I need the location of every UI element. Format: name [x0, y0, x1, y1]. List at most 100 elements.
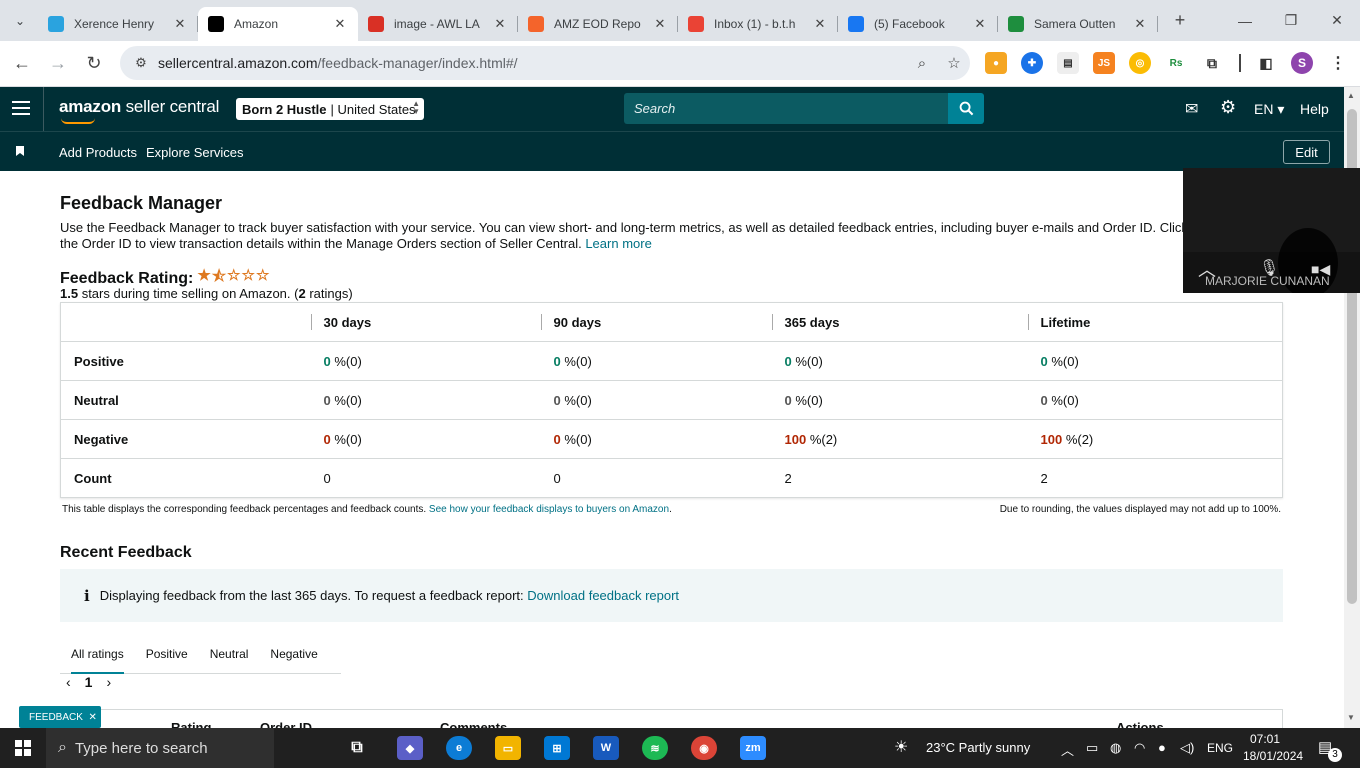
zoom-video-overlay[interactable]: ︿ 🎙 ■◀ MARJORIE CUNANAN — [1183, 168, 1360, 293]
url-text[interactable]: sellercentral.amazon.com/feedback-manage… — [158, 55, 906, 71]
reload-button[interactable]: ↻ — [76, 46, 112, 82]
new-tab-button[interactable]: + — [1166, 7, 1194, 35]
extension-icon-3[interactable]: ▤ — [1057, 52, 1079, 74]
close-tab-icon[interactable]: ✕ — [492, 16, 508, 32]
menu-hamburger-icon[interactable] — [12, 101, 30, 115]
extensions-puzzle-icon[interactable]: ⧉ — [1201, 52, 1223, 74]
zoom-search-icon[interactable]: ⌕ — [906, 55, 938, 72]
settings-gear-icon[interactable]: ⚙ — [1220, 97, 1236, 118]
browser-tab[interactable]: (5) Facebook ✕ — [838, 7, 998, 41]
browser-tab[interactable]: Inbox (1) - b.t.h ✕ — [678, 7, 838, 41]
tab-positive[interactable]: Positive — [135, 634, 199, 673]
table-cell: 0 %(0) — [310, 380, 541, 420]
browser-tab[interactable]: Samera Outten ✕ — [998, 7, 1158, 41]
address-bar[interactable]: ⚙ sellercentral.amazon.com/feedback-mana… — [120, 46, 970, 80]
scroll-up-arrow-icon[interactable]: ▲ — [1347, 91, 1355, 100]
cell-percent: 0 — [1040, 392, 1048, 408]
scroll-down-arrow-icon[interactable]: ▼ — [1347, 713, 1355, 722]
language-selector[interactable]: EN ▾ — [1254, 101, 1284, 118]
browser-tab[interactable]: Amazon ✕ — [198, 7, 358, 41]
back-button[interactable]: ← — [4, 46, 40, 82]
account-switcher[interactable]: Born 2 Hustle | United States ▲ ▼ — [236, 98, 424, 120]
mail-icon[interactable]: ✉ — [1185, 99, 1198, 119]
word-icon[interactable]: W — [593, 736, 619, 760]
account-name: Born 2 Hustle — [242, 101, 327, 117]
extension-icon-2[interactable]: ✚ — [1021, 52, 1043, 74]
pagination: ‹ 1 › — [66, 674, 125, 690]
file-explorer-icon[interactable]: ▭ — [495, 736, 521, 760]
close-window-button[interactable]: ✕ — [1314, 0, 1360, 41]
forward-button[interactable]: → — [40, 46, 76, 82]
edge-icon[interactable]: e — [446, 736, 472, 760]
search-button[interactable] — [948, 93, 984, 124]
current-page-number[interactable]: 1 — [85, 674, 93, 690]
close-tab-icon[interactable]: ✕ — [812, 16, 828, 32]
search-icon — [959, 101, 973, 116]
browser-tab[interactable]: AMZ EOD Repo ✕ — [518, 7, 678, 41]
clock[interactable]: 07:01 18/01/2024 — [1243, 731, 1303, 765]
col-actions: Actions — [1116, 720, 1164, 728]
nav-add-products[interactable]: Add Products — [59, 145, 137, 160]
tab-all-ratings[interactable]: All ratings — [60, 634, 135, 674]
battery-icon[interactable]: ▭ — [1086, 740, 1098, 756]
close-tab-icon[interactable]: ✕ — [652, 16, 668, 32]
microphone-icon[interactable]: ● — [1158, 740, 1166, 755]
tab-neutral[interactable]: Neutral — [199, 634, 260, 673]
task-view-icon[interactable]: ⧉ — [344, 736, 370, 760]
download-feedback-report-link[interactable]: Download feedback report — [527, 588, 679, 603]
profile-avatar[interactable]: S — [1291, 52, 1313, 74]
extension-icon-1[interactable]: ● — [985, 52, 1007, 74]
cell-count: %(0) — [791, 353, 823, 369]
wifi-icon[interactable]: ◠ — [1134, 740, 1145, 756]
feedback-widget-button[interactable]: FEEDBACK ✕ — [19, 706, 101, 728]
nav-explore-services[interactable]: Explore Services — [146, 145, 244, 160]
browser-tab[interactable]: image - AWL LA ✕ — [358, 7, 518, 41]
seller-central-header: amazon seller central Born 2 Hustle | Un… — [0, 87, 1360, 131]
prev-page-chevron-icon[interactable]: ‹ — [66, 674, 71, 690]
volume-icon[interactable]: ◁) — [1180, 740, 1194, 756]
taskbar-search[interactable]: ⌕ Type here to search — [46, 728, 274, 768]
table-cell: 0 %(0) — [771, 341, 1028, 381]
browser-tab[interactable]: Xerence Henry ✕ — [38, 7, 198, 41]
copilot-icon[interactable]: ◆ — [397, 736, 423, 760]
seller-central-logo[interactable]: amazon seller central — [59, 97, 219, 117]
weather-sun-icon[interactable]: ☀ — [894, 737, 908, 757]
close-tab-icon[interactable]: ✕ — [172, 16, 188, 32]
bookmark-star-icon[interactable]: ☆ — [938, 54, 970, 72]
zoom-app-icon[interactable]: zm — [740, 736, 766, 760]
learn-more-link[interactable]: Learn more — [585, 236, 651, 251]
cell-percent: 0 — [323, 392, 331, 408]
start-button[interactable] — [0, 728, 46, 768]
tray-overflow-chevron-icon[interactable]: ︿ — [1061, 740, 1074, 759]
site-info-icon[interactable]: ⚙ — [126, 55, 156, 71]
next-page-chevron-icon[interactable]: › — [106, 674, 111, 690]
minimize-button[interactable]: — — [1222, 0, 1268, 41]
camera-privacy-icon[interactable]: ◍ — [1110, 740, 1121, 756]
close-tab-icon[interactable]: ✕ — [332, 16, 348, 32]
browser-menu-icon[interactable]: ⋮ — [1327, 52, 1349, 74]
close-icon[interactable]: ✕ — [88, 712, 96, 723]
chrome-icon[interactable]: ◉ — [691, 736, 717, 760]
notification-count-badge: 3 — [1328, 748, 1342, 762]
restore-button[interactable]: ❐ — [1268, 0, 1314, 41]
help-link[interactable]: Help — [1300, 101, 1329, 117]
close-tab-icon[interactable]: ✕ — [972, 16, 988, 32]
side-panel-icon[interactable]: ◧ — [1255, 52, 1277, 74]
weather-text[interactable]: 23°C Partly sunny — [926, 740, 1030, 755]
bookmark-icon[interactable] — [16, 146, 24, 156]
header-search-input[interactable]: Search — [624, 93, 948, 124]
close-tab-icon[interactable]: ✕ — [1132, 16, 1148, 32]
tab-negative[interactable]: Negative — [259, 634, 328, 673]
info-banner: i Displaying feedback from the last 365 … — [60, 569, 1283, 622]
spotify-icon[interactable]: ≋ — [642, 736, 668, 760]
extension-js-icon[interactable]: JS — [1093, 52, 1115, 74]
edit-nav-button[interactable]: Edit — [1283, 140, 1330, 164]
language-indicator[interactable]: ENG — [1207, 741, 1233, 755]
cell-value: 0 — [323, 470, 331, 486]
store-icon[interactable]: ⊞ — [544, 736, 570, 760]
extension-icon-5[interactable]: ◎ — [1129, 52, 1151, 74]
buyer-display-link[interactable]: See how your feedback displays to buyers… — [429, 504, 669, 515]
table-cell: 100 %(2) — [771, 419, 1028, 459]
tab-search-button[interactable]: ⌄ — [8, 9, 32, 33]
extension-rs-icon[interactable]: Rs — [1165, 52, 1187, 74]
